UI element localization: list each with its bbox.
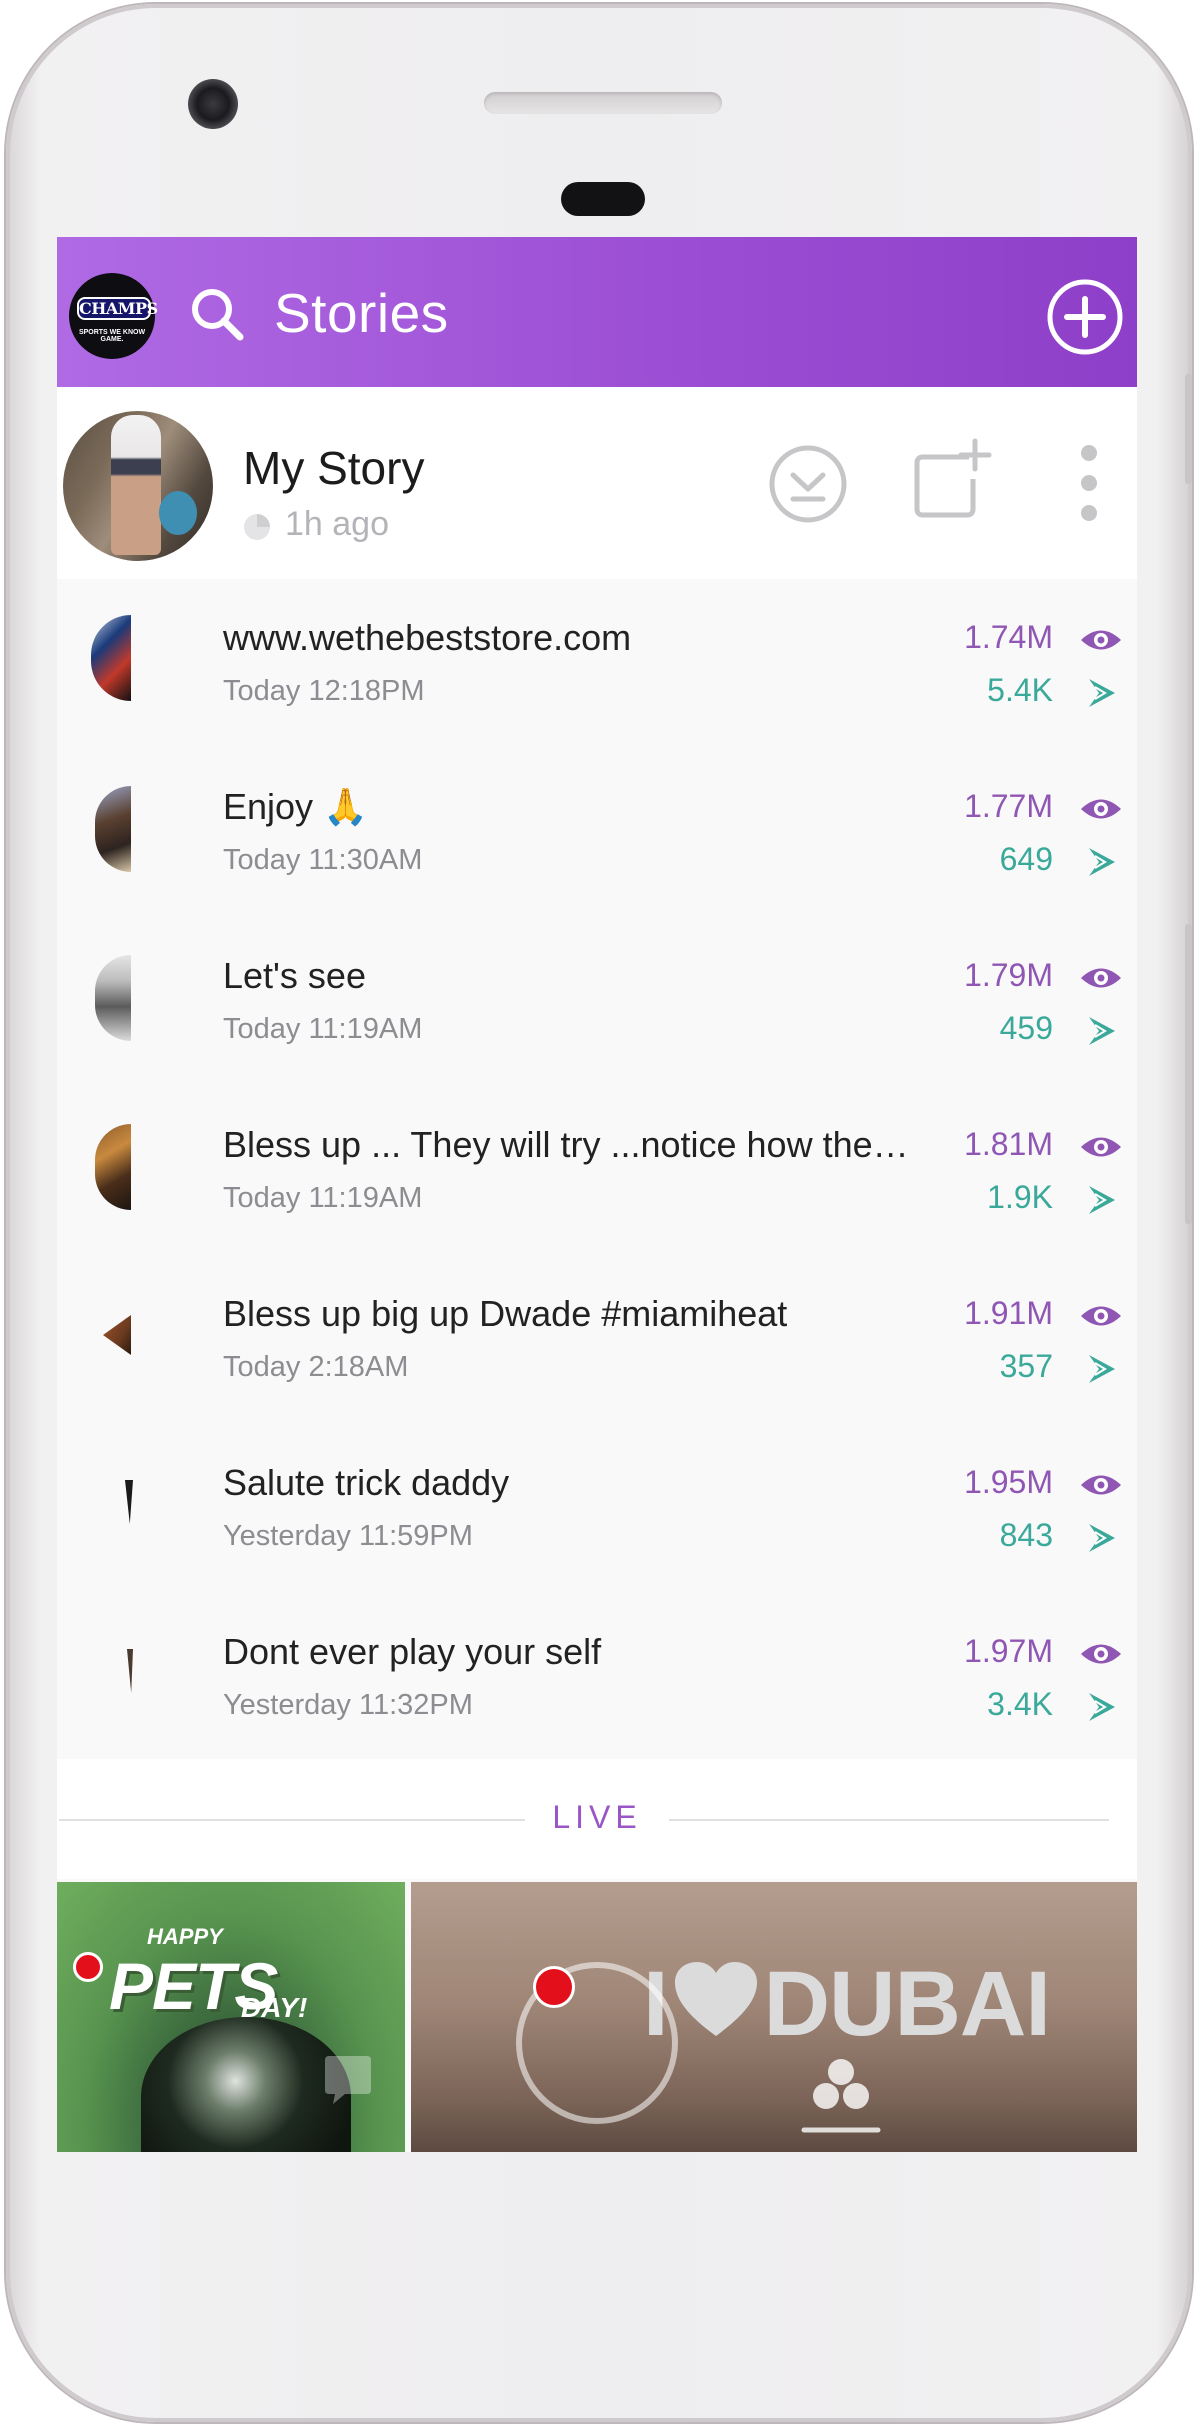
screenshot-icon [1089, 1524, 1115, 1552]
story-snap-row[interactable]: Dont ever play your self Yesterday 11:32… [57, 1593, 1137, 1762]
snap-title: Salute trick daddy [223, 1462, 510, 1503]
logo-text: CHAMPS [77, 297, 158, 320]
snap-title: Bless up big up Dwade #miamiheat [223, 1293, 788, 1334]
view-count: 1.97M [964, 1633, 1053, 1669]
thumbnail-toy [159, 491, 197, 535]
screenshot-icon [1089, 1186, 1115, 1214]
more-options-icon[interactable] [1075, 443, 1103, 523]
my-story-thumbnail[interactable] [63, 411, 213, 561]
snap-thumbnail [95, 786, 131, 872]
eye-icon [1081, 630, 1121, 650]
snap-title: Enjoy 🙏 [223, 786, 368, 827]
screenshot-icon [1089, 1693, 1115, 1721]
save-story-icon[interactable] [767, 443, 849, 525]
live-section-header: LIVE [57, 1759, 1137, 1879]
screenshot-count: 3.4K [987, 1686, 1053, 1722]
heart-icon [675, 1962, 757, 2036]
add-to-story-icon[interactable] [909, 435, 997, 523]
tile-subtitle: HAPPY [147, 1924, 223, 1949]
snap-thumbnail [95, 955, 131, 1041]
tile-title-suffix: DAY! [241, 1992, 308, 2023]
page-title: Stories [274, 282, 449, 344]
snap-title: Bless up ... They will try ...notice how… [223, 1124, 913, 1165]
add-friend-icon[interactable] [1045, 277, 1125, 357]
snap-title: Let's see [223, 955, 366, 996]
view-count: 1.81M [964, 1126, 1053, 1162]
front-camera [188, 79, 238, 129]
stories-header: CHAMPS SPORTS WE KNOW GAME. Stories [57, 237, 1137, 387]
snap-time: Today 12:18PM [223, 675, 425, 707]
divider [669, 1819, 1109, 1821]
eye-icon [1081, 1306, 1121, 1326]
snap-thumbnail [103, 1315, 131, 1355]
story-snap-row[interactable]: Enjoy 🙏 Today 11:30AM 1.77M 649 [57, 748, 1137, 917]
story-timer-icon [244, 514, 270, 540]
live-label: LIVE [552, 1799, 642, 1835]
eye-icon [1081, 968, 1121, 988]
snap-thumbnail [125, 1480, 133, 1524]
tile-image [141, 2017, 351, 2152]
snap-time: Yesterday 11:32PM [223, 1689, 473, 1721]
screenshot-icon [1089, 1355, 1115, 1383]
snap-thumbnail [127, 1649, 133, 1693]
screenshot-count: 843 [999, 1517, 1053, 1553]
group-story-icon [801, 2059, 881, 2133]
snap-time: Today 2:18AM [223, 1351, 409, 1383]
view-count: 1.77M [964, 788, 1053, 824]
view-count: 1.79M [964, 957, 1053, 993]
screenshot-icon [1089, 848, 1115, 876]
screenshot-count: 1.9K [987, 1179, 1053, 1215]
earpiece-speaker [484, 92, 722, 114]
power-button [1185, 924, 1192, 1224]
snap-time: Yesterday 11:59PM [223, 1520, 473, 1552]
screenshot-icon [1089, 1017, 1115, 1045]
snap-time: Today 11:19AM [223, 1182, 423, 1214]
story-snap-row[interactable]: www.wethebeststore.com Today 12:18PM 1.7… [57, 579, 1137, 748]
story-snap-row[interactable]: Let's see Today 11:19AM 1.79M 459 [57, 917, 1137, 1086]
live-indicator [73, 1952, 103, 1982]
proximity-sensor [561, 182, 645, 216]
tile-title-text: DUBAI [763, 1953, 1051, 2055]
volume-button [1185, 374, 1192, 484]
snap-thumbnail [95, 1124, 131, 1210]
eye-icon [1081, 1137, 1121, 1157]
screenshot-count: 459 [999, 1010, 1053, 1046]
my-story-row[interactable]: My Story 1h ago [57, 387, 1137, 579]
screenshot-count: 5.4K [987, 672, 1053, 708]
thumbnail-person [111, 415, 161, 555]
logo-subtext: SPORTS WE KNOW GAME. [78, 329, 146, 343]
story-snap-row[interactable]: Bless up big up Dwade #miamiheat Today 2… [57, 1255, 1137, 1424]
snap-time: Today 11:30AM [223, 844, 423, 876]
live-story-tile[interactable]: I DUBAI [411, 1882, 1137, 2152]
screenshot-count: 649 [999, 841, 1053, 877]
eye-icon [1081, 799, 1121, 819]
story-snap-row[interactable]: Bless up ... They will try ...notice how… [57, 1086, 1137, 1255]
live-story-tile[interactable]: HAPPY PETS DAY! [57, 1882, 405, 2152]
view-count: 1.74M [964, 619, 1053, 655]
screenshot-count: 357 [999, 1348, 1053, 1384]
snap-time: Today 11:19AM [223, 1013, 423, 1045]
my-story-title: My Story [243, 442, 425, 494]
screen: CHAMPS SPORTS WE KNOW GAME. Stories My S… [57, 237, 1137, 2152]
eye-icon [1081, 1475, 1121, 1495]
snap-title: www.wethebeststore.com [223, 617, 632, 658]
snap-thumbnail [91, 615, 131, 701]
eye-icon [1081, 1644, 1121, 1664]
live-indicator [533, 1966, 575, 2008]
search-icon[interactable] [187, 284, 247, 344]
screenshot-icon [1089, 679, 1115, 707]
view-count: 1.95M [964, 1464, 1053, 1500]
snap-title: Dont ever play your self [223, 1631, 602, 1672]
story-snap-row[interactable]: Salute trick daddy Yesterday 11:59PM 1.9… [57, 1424, 1137, 1593]
view-count: 1.91M [964, 1295, 1053, 1331]
chat-icon [325, 2056, 371, 2104]
my-story-time: 1h ago [285, 505, 389, 543]
profile-avatar[interactable]: CHAMPS SPORTS WE KNOW GAME. [69, 273, 158, 359]
